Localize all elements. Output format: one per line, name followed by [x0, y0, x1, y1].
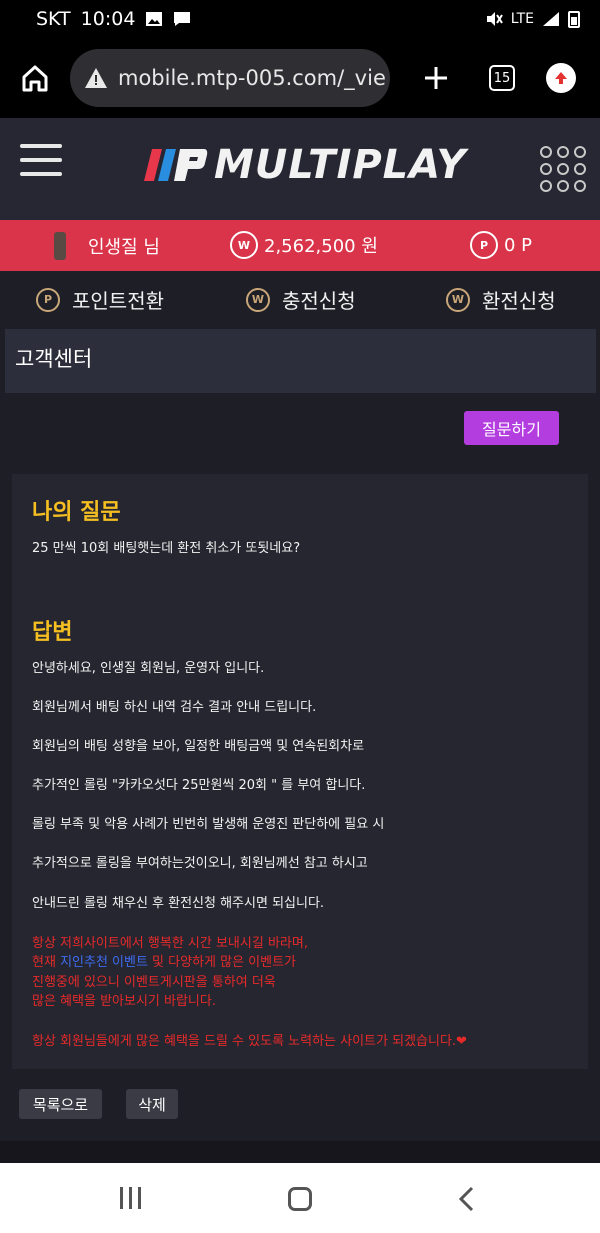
notice-text: 현재 [32, 955, 61, 970]
menu-label: 포인트전환 [72, 289, 164, 313]
point-coin-icon: P [470, 231, 498, 259]
answer-heading: 답변 [32, 620, 73, 645]
logo-text: MULTIPLAY [214, 142, 467, 188]
network-type: LTE [510, 11, 534, 27]
balance-amount: 2,562,500 원 [264, 236, 378, 257]
answer-line: 안내드린 롤링 채우신 후 환전신청 해주시면 되십니다. [32, 896, 325, 911]
tab-switcher-button[interactable]: 15 [482, 65, 522, 91]
menu-label: 충전신청 [282, 289, 356, 313]
question-text: 25 만씩 10회 배팅햇는데 환전 취소가 또됫네요? [32, 541, 301, 556]
answer-line: 안녕하세요, 인생질 회원님, 운영자 입니다. [32, 661, 265, 676]
won-icon: W [246, 287, 270, 312]
download-icon [546, 63, 576, 93]
inquiry-detail: 나의 질문 25 만씩 10회 배팅햇는데 환전 취소가 또됫네요? 답변 안녕… [12, 474, 588, 1069]
notice-line: 현재 지인추천 이벤트 및 다양하게 많은 이벤트가 [32, 951, 296, 970]
tab-count: 15 [489, 65, 515, 91]
new-tab-button[interactable] [390, 65, 482, 91]
menu-withdraw-request[interactable]: W 환전신청 [446, 285, 556, 314]
balance-info: W 2,562,500 원 [230, 231, 378, 259]
notice-line: 항상 저희사이트에서 행복한 시간 보내시길 바라며, [32, 936, 308, 951]
notice-text: 및 다양하게 많은 이벤트가 [147, 955, 297, 970]
delete-button[interactable]: 삭제 [126, 1089, 178, 1119]
notice-line: 진행중에 있으니 이벤트게시판을 통하여 더욱 [32, 975, 276, 990]
referral-event-link[interactable]: 지인추천 이벤트 [60, 955, 148, 970]
menu-deposit-request[interactable]: W 충전신청 [246, 285, 356, 314]
menu-point-exchange[interactable]: P 포인트전환 [36, 285, 164, 314]
signal-icon [543, 12, 559, 26]
point-amount: 0 P [504, 234, 533, 256]
battery-icon [568, 11, 580, 28]
url-bar[interactable]: mobile.mtp-005.com/_vie [70, 49, 390, 107]
warning-icon [85, 68, 107, 88]
answer-line: 롤링 부족 및 악용 사례가 빈번히 발생해 운영진 판단하에 필요 시 [32, 817, 385, 832]
message-notification-icon [174, 12, 191, 26]
level-icon [54, 232, 66, 260]
download-button[interactable] [522, 63, 600, 93]
recent-apps-icon[interactable] [120, 1187, 141, 1209]
back-icon[interactable] [456, 1185, 476, 1213]
answer-line: 회원님의 배팅 성향을 보아, 일정한 배팅금액 및 연속된회차로 [32, 739, 365, 754]
url-text: mobile.mtp-005.com/_vie [118, 66, 386, 90]
answer-line: 추가적인 롤링 "카카오섯다 25만원씩 20회 " 를 부여 합니다. [32, 778, 366, 793]
home-nav-icon[interactable] [288, 1187, 312, 1211]
page-title: 고객센터 [5, 329, 596, 393]
status-bar: SKT 10:04 LTE [0, 0, 600, 38]
browser-toolbar: mobile.mtp-005.com/_vie 15 [0, 38, 600, 118]
point-icon: P [36, 287, 60, 312]
clock: 10:04 [80, 8, 136, 30]
browser-home-button[interactable] [0, 38, 70, 118]
notice-line: 많은 혜택을 받아보시기 바랍니다. [32, 994, 216, 1009]
plus-icon [425, 67, 447, 89]
site-header: MULTIPLAY [0, 118, 600, 220]
notice-line: 항상 회원님들에게 많은 혜택을 드릴 수 있도록 노력하는 사이트가 되겠습니… [32, 1034, 467, 1049]
apps-grid-icon[interactable] [540, 146, 586, 192]
exchange-icon: W [446, 287, 470, 312]
system-nav-bar [0, 1163, 600, 1233]
answer-line: 회원님께서 배팅 하신 내역 검수 결과 안내 드립니다. [32, 700, 317, 715]
user-info: 인생질 님 [54, 232, 160, 260]
question-heading: 나의 질문 [32, 500, 121, 525]
quick-menu: P 포인트전환 W 충전신청 W 환전신청 [0, 271, 600, 329]
logo-mark-icon [144, 149, 208, 181]
hamburger-menu-icon[interactable] [20, 142, 62, 178]
page-footer [0, 1141, 600, 1163]
user-info-bar: 인생질 님 W 2,562,500 원 P 0 P [0, 220, 600, 271]
mute-icon [486, 12, 503, 26]
answer-line: 추가적으로 롤링을 부여하는것이오니, 회원님께선 참고 하시고 [32, 856, 368, 871]
site-logo[interactable]: MULTIPLAY [142, 140, 466, 190]
carrier-label: SKT [36, 8, 71, 30]
ask-question-button[interactable]: 질문하기 [464, 411, 559, 445]
won-coin-icon: W [230, 231, 258, 259]
image-notification-icon [146, 12, 163, 26]
menu-label: 환전신청 [482, 289, 556, 313]
home-icon [22, 65, 48, 92]
username: 인생질 님 [88, 237, 160, 258]
point-info: P 0 P [470, 231, 532, 259]
back-to-list-button[interactable]: 목록으로 [19, 1089, 102, 1119]
